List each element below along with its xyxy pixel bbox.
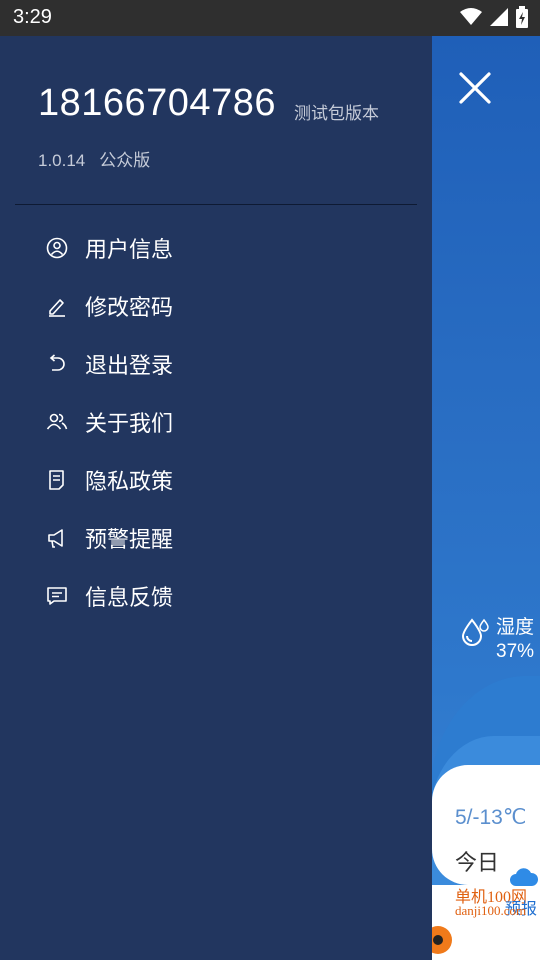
humidity-value: 37% <box>496 641 535 662</box>
status-bar: 3:29 <box>0 0 540 36</box>
signal-icon <box>490 8 508 26</box>
user-phone-number: 18166704786 <box>38 82 276 124</box>
pencil-icon <box>46 295 68 317</box>
menu-item-label: 隐私政策 <box>85 470 174 495</box>
message-icon <box>46 585 68 607</box>
close-icon[interactable] <box>455 68 495 108</box>
menu-item-label: 用户信息 <box>85 238 174 263</box>
edition-label: 公众版 <box>99 151 151 171</box>
menu-item-feedback[interactable]: 信息反馈 <box>0 567 432 625</box>
menu-item-about-us[interactable]: 关于我们 <box>0 393 432 451</box>
menu-item-label: 预警提醒 <box>85 528 174 553</box>
menu-item-label: 修改密码 <box>85 296 174 321</box>
app-version: 1.0.14 公众版 <box>38 146 150 171</box>
drawer-menu: 用户信息 修改密码 退出登录 关于我们 隐私政策 预警提醒 信息反馈 <box>0 219 432 625</box>
menu-item-label: 关于我们 <box>85 412 174 437</box>
menu-item-user-info[interactable]: 用户信息 <box>0 219 432 277</box>
document-icon <box>46 469 68 491</box>
people-icon <box>46 411 68 433</box>
menu-item-label: 退出登录 <box>85 354 174 379</box>
watermark: 单机100网 预报 danji100.com <box>455 883 537 918</box>
undo-icon <box>46 353 68 375</box>
status-icons <box>460 6 528 28</box>
menu-item-alerts[interactable]: 预警提醒 <box>0 509 432 567</box>
status-time: 3:29 <box>13 6 52 28</box>
navigation-drawer: 18166704786 测试包版本 1.0.14 公众版 用户信息 修改密码 退出… <box>0 36 432 960</box>
today-label: 今日 <box>455 851 500 876</box>
humidity-label: 湿度 <box>496 617 535 638</box>
water-drop-icon <box>461 618 489 646</box>
user-icon <box>46 237 68 259</box>
menu-item-change-password[interactable]: 修改密码 <box>0 277 432 335</box>
battery-icon <box>516 6 528 28</box>
humidity-widget: 湿度 37% <box>460 616 534 664</box>
megaphone-icon <box>46 527 68 549</box>
menu-item-label: 信息反馈 <box>85 586 174 611</box>
version-number: 1.0.14 <box>38 151 86 170</box>
menu-item-logout[interactable]: 退出登录 <box>0 335 432 393</box>
wifi-icon <box>460 8 482 25</box>
menu-item-privacy-policy[interactable]: 隐私政策 <box>0 451 432 509</box>
today-temperature: 5/-13℃ <box>455 806 527 829</box>
divider <box>15 204 417 205</box>
watermark-url: danji100.com <box>455 903 527 918</box>
build-label: 测试包版本 <box>294 104 379 124</box>
